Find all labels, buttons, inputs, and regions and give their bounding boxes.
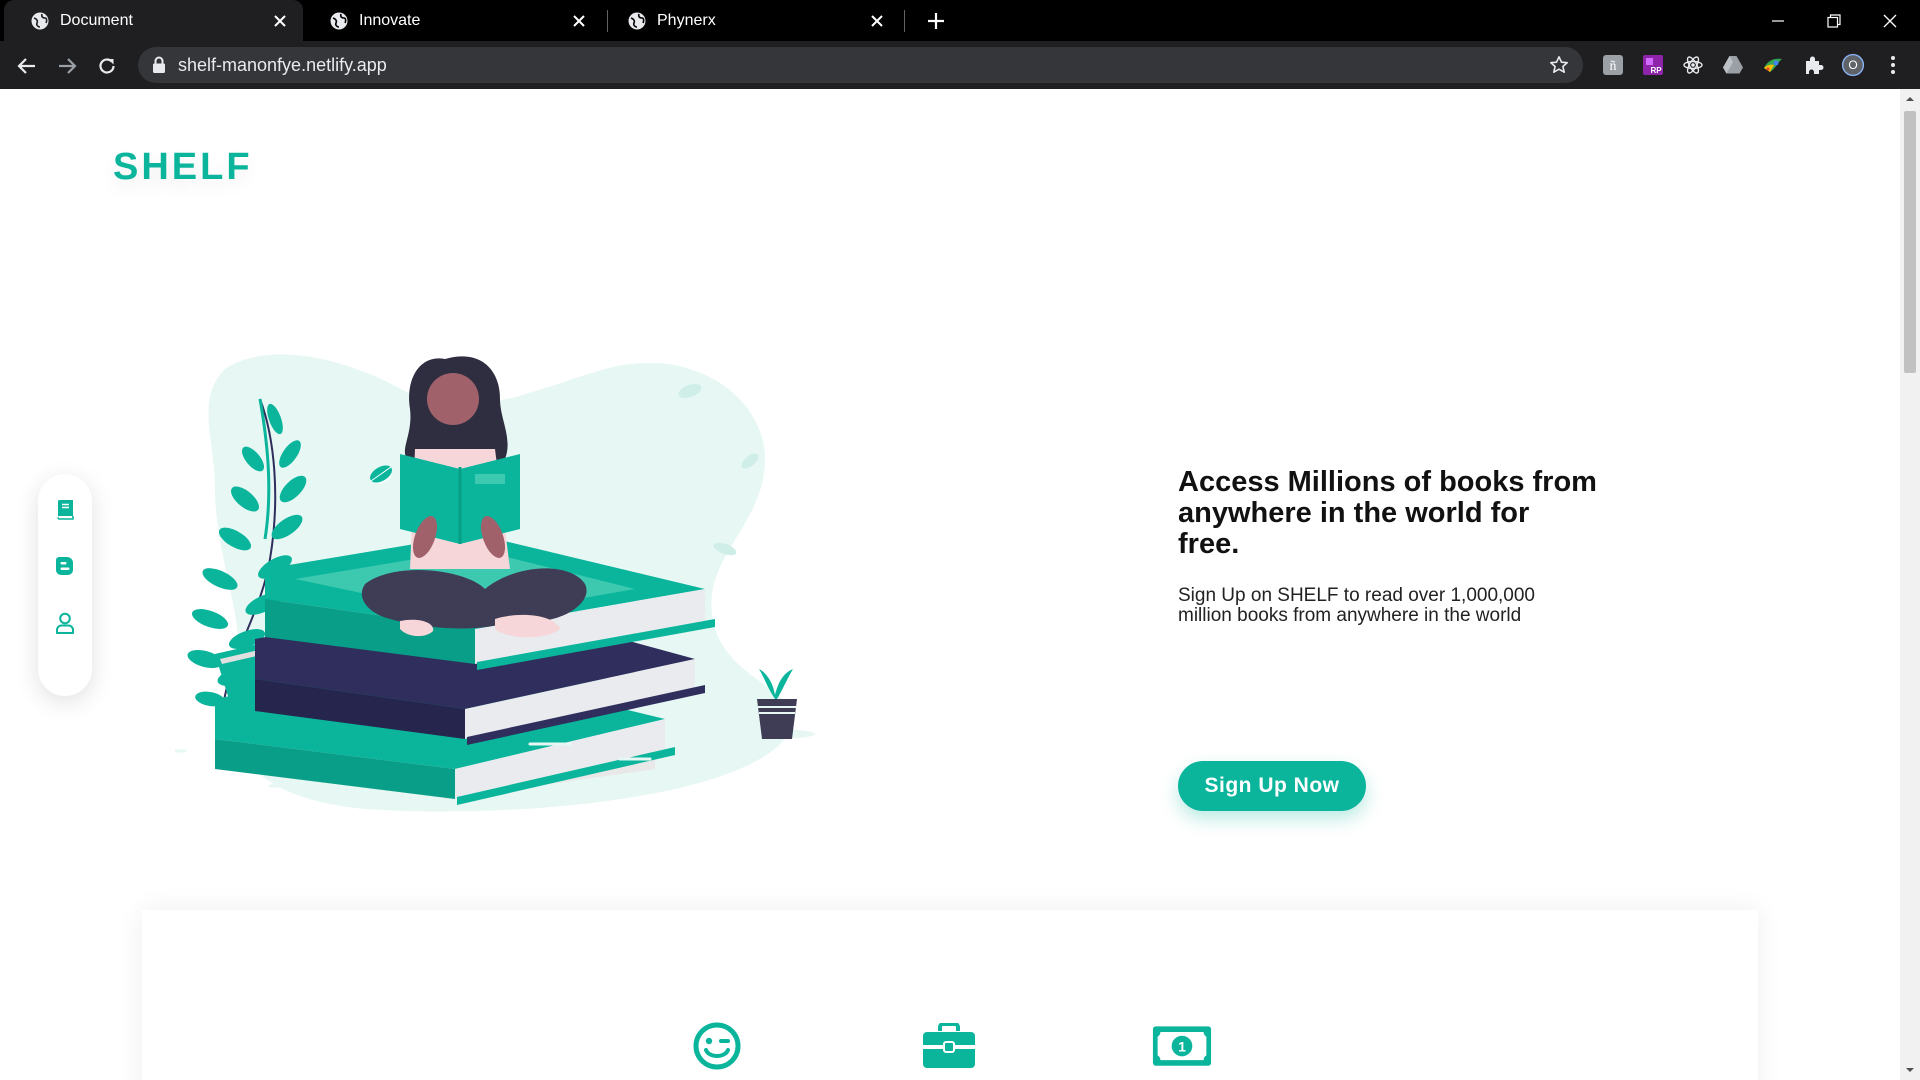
plus-icon (928, 13, 944, 29)
globe-icon (31, 12, 49, 29)
url-text: shelf-manonfye.netlify.app (178, 55, 387, 75)
hero-subtitle: Sign Up on SHELF to read over 1,000,000 … (1178, 585, 1536, 626)
reload-button[interactable] (90, 49, 124, 83)
back-button[interactable] (10, 49, 44, 83)
web-page: SHELF Access Millions of books from anyw… (0, 89, 1900, 1080)
globe-icon (330, 12, 348, 29)
tab-title: Innovate (359, 11, 421, 29)
close-icon[interactable] (267, 8, 293, 34)
arrow-left-icon (17, 58, 35, 74)
briefcase-icon (919, 1020, 979, 1072)
site-logo[interactable]: SHELF (113, 146, 253, 189)
user-icon[interactable] (53, 611, 77, 635)
close-icon[interactable] (864, 8, 890, 34)
smile-icon (687, 1020, 747, 1072)
tab-phynerx[interactable]: Phynerx (601, 0, 900, 41)
lock-icon (153, 56, 165, 73)
book-stack (215, 534, 715, 805)
tab-separator (904, 10, 905, 32)
kebab-menu-icon (1891, 56, 1895, 74)
hero-section: Access Millions of books from anywhere i… (1178, 466, 1598, 811)
puzzle-extensions-icon[interactable] (1801, 53, 1825, 77)
tab-strip: Document Innovate Phynerx (0, 0, 1920, 41)
tab-document[interactable]: Document (4, 0, 303, 41)
tab-innovate[interactable]: Innovate (303, 0, 602, 41)
close-icon (1883, 14, 1897, 27)
color-picker-extension-icon[interactable] (1761, 53, 1785, 77)
rp-extension-icon[interactable]: RP (1641, 53, 1665, 77)
blog-icon[interactable] (53, 554, 77, 578)
scroll-up-icon[interactable] (1905, 94, 1915, 104)
svg-text:RP: RP (1650, 66, 1662, 75)
new-tab-button[interactable] (921, 6, 951, 36)
notion-extension-icon[interactable]: ñ (1601, 53, 1625, 77)
money-icon: 1 (1152, 1020, 1212, 1072)
profile-initial: O (1848, 58, 1857, 72)
minimize-button[interactable] (1750, 0, 1806, 41)
profile-avatar[interactable]: O (1841, 53, 1865, 77)
hero-title: Access Millions of books from anywhere i… (1178, 466, 1597, 560)
globe-icon (628, 12, 646, 29)
browser-menu-button[interactable] (1881, 53, 1905, 77)
react-devtools-icon[interactable] (1681, 53, 1705, 77)
page-scrollbar[interactable] (1900, 89, 1920, 1080)
tab-title: Document (60, 11, 133, 29)
address-bar[interactable]: shelf-manonfye.netlify.app (138, 47, 1583, 83)
forward-button[interactable] (50, 49, 84, 83)
sign-up-button[interactable]: Sign Up Now (1178, 761, 1366, 811)
book-icon[interactable] (53, 498, 77, 522)
restore-button[interactable] (1806, 0, 1862, 41)
restore-icon (1827, 13, 1841, 28)
side-navigation (38, 474, 92, 696)
close-icon[interactable] (566, 8, 592, 34)
svg-text:1: 1 (1178, 1039, 1186, 1055)
minimize-icon (1772, 19, 1784, 22)
arrow-right-icon (59, 58, 77, 74)
scrollbar-thumb[interactable] (1904, 111, 1916, 373)
svg-text:ñ: ñ (1610, 59, 1617, 74)
tab-title: Phynerx (657, 11, 716, 29)
scroll-down-icon[interactable] (1905, 1065, 1915, 1075)
star-icon[interactable] (1549, 55, 1569, 75)
reading-woman-illustration (175, 354, 815, 812)
browser-toolbar: shelf-manonfye.netlify.app ñ RP O (0, 41, 1920, 89)
reload-icon (99, 58, 115, 74)
google-drive-icon[interactable] (1721, 53, 1745, 77)
close-window-button[interactable] (1862, 0, 1918, 41)
